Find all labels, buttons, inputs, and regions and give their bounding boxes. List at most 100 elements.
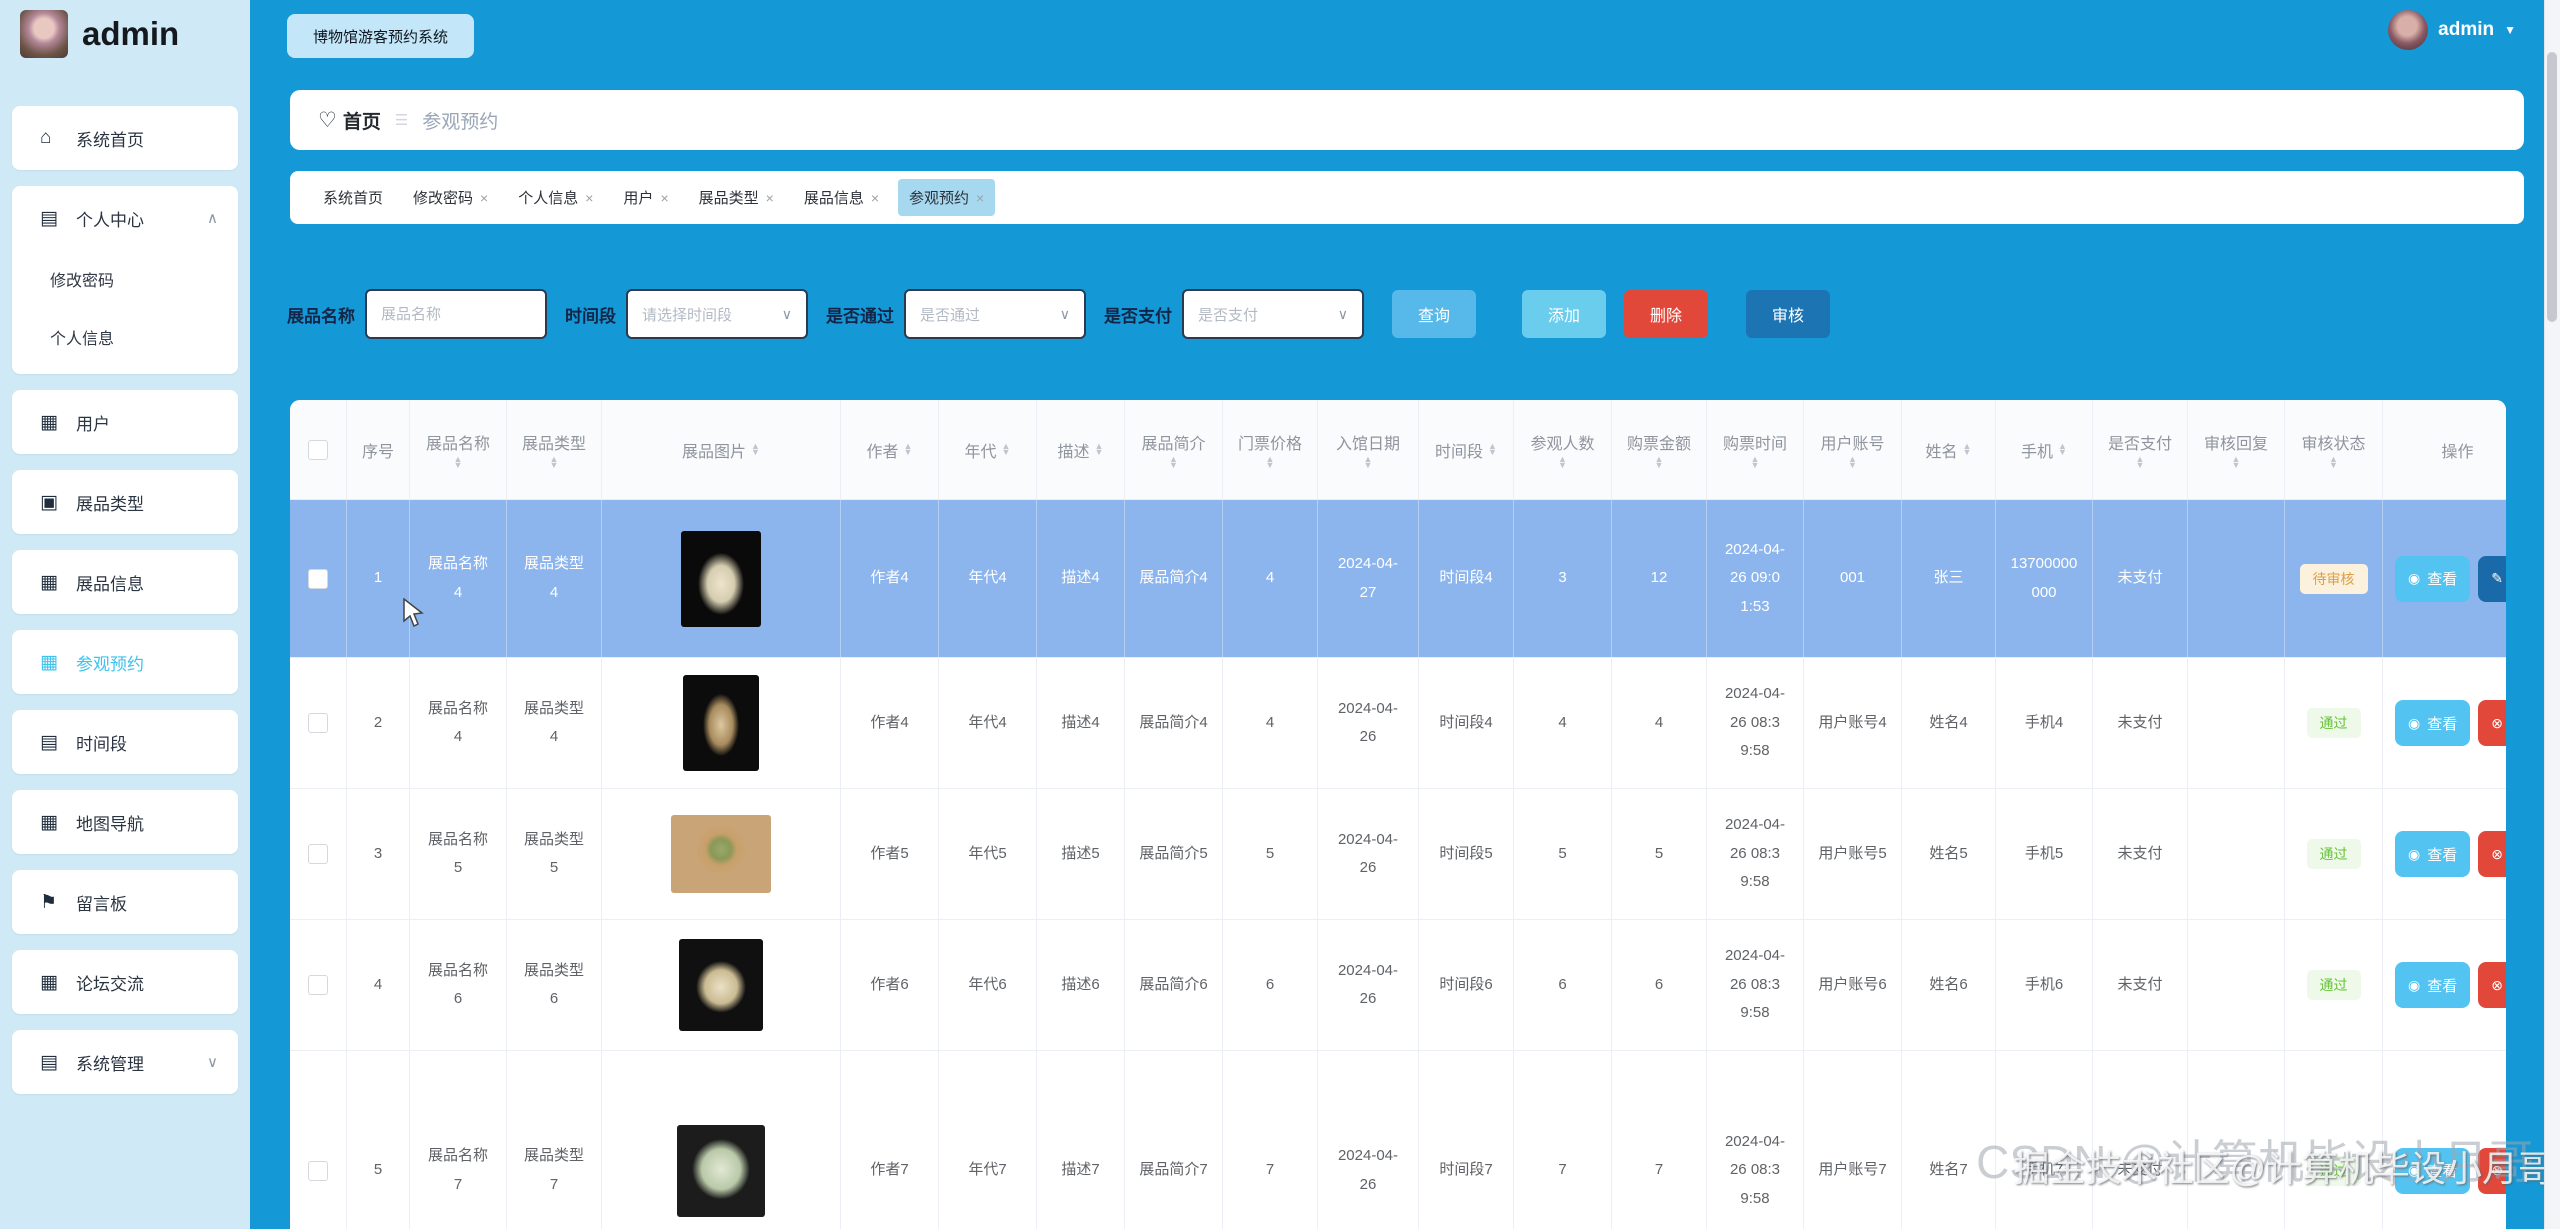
sort-caret-icon[interactable]: ▲▼ xyxy=(2136,457,2145,469)
row-checkbox[interactable] xyxy=(308,844,328,864)
table-row[interactable]: 2展品名称4展品类型4作者4年代4描述4展品简介442024-04-26时间段4… xyxy=(290,658,2506,789)
column-header-reply[interactable]: 审核回复▲▼ xyxy=(2188,400,2285,500)
add-button[interactable]: 添加 xyxy=(1522,290,1606,338)
sidebar-item-exhibit-info[interactable]: ▦展品信息 xyxy=(12,550,238,614)
edit-button[interactable]: ✎ xyxy=(2478,556,2506,602)
sort-caret-icon[interactable]: ▲▼ xyxy=(454,457,463,469)
topbar-user-menu[interactable]: admin ▼ xyxy=(2388,10,2516,50)
scrollbar-thumb[interactable] xyxy=(2547,52,2557,322)
tab-系统首页[interactable]: 系统首页 xyxy=(312,179,394,216)
column-header-name[interactable]: 展品名称▲▼ xyxy=(410,400,507,500)
sort-caret-icon[interactable]: ▲▼ xyxy=(1002,444,1011,456)
column-header-image[interactable]: 展品图片▲▼ xyxy=(602,400,841,500)
sidebar-item-users[interactable]: ▦用户 xyxy=(12,390,238,454)
sort-caret-icon[interactable]: ▲▼ xyxy=(1848,457,1857,469)
sidebar-item-exhibit-type[interactable]: ▣展品类型 xyxy=(12,470,238,534)
sidebar-item-home[interactable]: ⌂系统首页 xyxy=(12,106,238,170)
is-passed-select[interactable]: 是否通过 ∨ xyxy=(904,289,1086,339)
select-all-checkbox[interactable] xyxy=(308,440,328,460)
sidebar-item-personal-info[interactable]: 个人信息 xyxy=(40,308,218,366)
breadcrumb-home[interactable]: 首页 xyxy=(343,107,381,134)
audit-button[interactable]: 审核 xyxy=(1746,290,1830,338)
sort-caret-icon[interactable]: ▲▼ xyxy=(550,457,559,469)
tab-个人信息[interactable]: 个人信息× xyxy=(507,179,604,216)
close-icon[interactable]: × xyxy=(660,190,668,206)
column-header-slot[interactable]: 时间段▲▼ xyxy=(1419,400,1514,500)
sort-caret-icon[interactable]: ▲▼ xyxy=(2232,457,2241,469)
column-header-amount[interactable]: 购票金额▲▼ xyxy=(1612,400,1707,500)
sort-caret-icon[interactable]: ▲▼ xyxy=(1169,457,1178,469)
column-header-status[interactable]: 审核状态▲▼ xyxy=(2285,400,2383,500)
delete-button[interactable]: ⊗ xyxy=(2478,700,2506,746)
view-button[interactable]: ◉查看 xyxy=(2395,700,2470,746)
sidebar-item-map-nav[interactable]: ▦地图导航 xyxy=(12,790,238,854)
column-header-type[interactable]: 展品类型▲▼ xyxy=(507,400,602,500)
delete-button[interactable]: ⊗ xyxy=(2478,962,2506,1008)
close-icon[interactable]: × xyxy=(976,190,984,206)
tab-展品信息[interactable]: 展品信息× xyxy=(793,179,890,216)
row-checkbox[interactable] xyxy=(308,713,328,733)
column-header-author[interactable]: 作者▲▼ xyxy=(841,400,939,500)
sidebar-item-system-mgmt[interactable]: ▤系统管理∨ xyxy=(12,1030,238,1094)
column-header-person[interactable]: 姓名▲▼ xyxy=(1902,400,1996,500)
sort-caret-icon[interactable]: ▲▼ xyxy=(1558,457,1567,469)
sort-caret-icon[interactable]: ▲▼ xyxy=(2329,457,2338,469)
row-checkbox[interactable] xyxy=(308,975,328,995)
sort-caret-icon[interactable]: ▲▼ xyxy=(1751,457,1760,469)
sort-caret-icon[interactable]: ▲▼ xyxy=(1364,457,1373,469)
tab-用户[interactable]: 用户× xyxy=(612,179,679,216)
close-icon[interactable]: × xyxy=(766,190,774,206)
column-header-era[interactable]: 年代▲▼ xyxy=(939,400,1037,500)
table-row[interactable]: 1展品名称4展品类型4作者4年代4描述4展品简介442024-04-27时间段4… xyxy=(290,500,2506,658)
column-header-intro[interactable]: 展品简介▲▼ xyxy=(1125,400,1223,500)
sort-caret-icon[interactable]: ▲▼ xyxy=(751,444,760,456)
sort-caret-icon[interactable]: ▲▼ xyxy=(904,444,913,456)
sort-caret-icon[interactable]: ▲▼ xyxy=(1266,457,1275,469)
button-label: 查看 xyxy=(2427,975,2457,996)
sort-caret-icon[interactable]: ▲▼ xyxy=(1488,444,1497,456)
column-header-date[interactable]: 入馆日期▲▼ xyxy=(1318,400,1419,500)
delete-button[interactable]: 删除 xyxy=(1624,290,1708,338)
view-button[interactable]: ◉查看 xyxy=(2395,831,2470,877)
row-checkbox[interactable] xyxy=(308,1161,328,1181)
is-paid-select[interactable]: 是否支付 ∨ xyxy=(1182,289,1364,339)
sort-caret-icon[interactable]: ▲▼ xyxy=(2058,444,2067,456)
close-icon[interactable]: × xyxy=(480,190,488,206)
app-title-button[interactable]: 博物馆游客预约系统 xyxy=(287,14,474,58)
view-button[interactable]: ◉查看 xyxy=(2395,1148,2470,1194)
table-row[interactable]: 3展品名称5展品类型5作者5年代5描述5展品简介552024-04-26时间段5… xyxy=(290,789,2506,920)
column-header-price[interactable]: 门票价格▲▼ xyxy=(1223,400,1318,500)
sidebar-item-forum[interactable]: ▦论坛交流 xyxy=(12,950,238,1014)
column-header-visitors[interactable]: 参观人数▲▼ xyxy=(1514,400,1612,500)
delete-button[interactable]: ⊗ xyxy=(2478,1148,2506,1194)
sort-caret-icon[interactable]: ▲▼ xyxy=(1095,444,1104,456)
tab-修改密码[interactable]: 修改密码× xyxy=(402,179,499,216)
close-icon[interactable]: × xyxy=(871,190,879,206)
sidebar-item-visit-reservation[interactable]: ▦参观预约 xyxy=(12,630,238,694)
vertical-scrollbar[interactable] xyxy=(2544,0,2560,1229)
sidebar-item-personal-center[interactable]: ▤个人中心∧ xyxy=(40,186,218,250)
tab-参观预约[interactable]: 参观预约× xyxy=(898,179,995,216)
sidebar-item-time-slot[interactable]: ▤时间段 xyxy=(12,710,238,774)
column-header-buy_time[interactable]: 购票时间▲▼ xyxy=(1707,400,1804,500)
tab-展品类型[interactable]: 展品类型× xyxy=(688,179,785,216)
column-header-account[interactable]: 用户账号▲▼ xyxy=(1804,400,1902,500)
time-slot-select[interactable]: 请选择时间段 ∨ xyxy=(626,289,808,339)
table-row[interactable]: 4展品名称6展品类型6作者6年代6描述6展品简介662024-04-26时间段6… xyxy=(290,920,2506,1051)
exhibit-name-input[interactable] xyxy=(365,289,547,339)
column-header-desc[interactable]: 描述▲▼ xyxy=(1037,400,1125,500)
row-checkbox[interactable] xyxy=(308,569,328,589)
sort-caret-icon[interactable]: ▲▼ xyxy=(1655,457,1664,469)
view-button[interactable]: ◉查看 xyxy=(2395,556,2470,602)
table-row[interactable]: 5展品名称7展品类型7作者7年代7描述7展品简介772024-04-26时间段7… xyxy=(290,1051,2506,1229)
sidebar-item-change-password[interactable]: 修改密码 xyxy=(40,250,218,308)
query-button[interactable]: 查询 xyxy=(1392,290,1476,338)
view-button[interactable]: ◉查看 xyxy=(2395,962,2470,1008)
close-icon[interactable]: × xyxy=(585,190,593,206)
column-header-paid[interactable]: 是否支付▲▼ xyxy=(2093,400,2188,500)
cell-buy_time: 2024-04-26 08:39:58 xyxy=(1707,1051,1804,1229)
sort-caret-icon[interactable]: ▲▼ xyxy=(1963,444,1972,456)
delete-button[interactable]: ⊗ xyxy=(2478,831,2506,877)
column-header-phone[interactable]: 手机▲▼ xyxy=(1996,400,2093,500)
sidebar-item-message-board[interactable]: ⚑留言板 xyxy=(12,870,238,934)
